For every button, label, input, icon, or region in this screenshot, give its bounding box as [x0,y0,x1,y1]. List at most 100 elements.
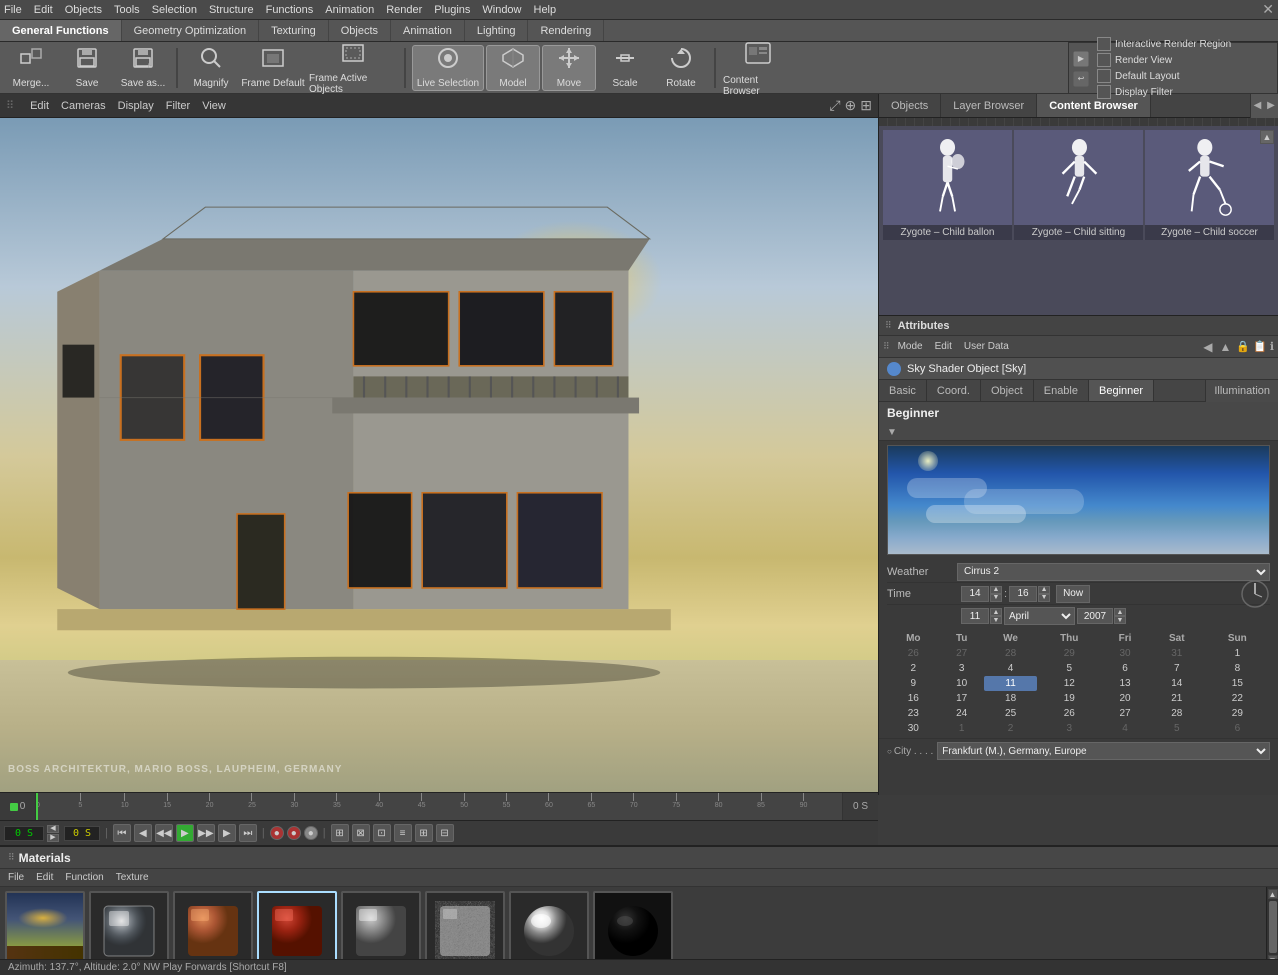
cal-cell-25[interactable]: 25 [984,706,1038,721]
min-dn[interactable]: ▼ [1038,594,1050,602]
hour-dn[interactable]: ▼ [990,594,1002,602]
menu-tools[interactable]: Tools [114,4,140,16]
transport-extra6[interactable]: ⊟ [436,824,454,842]
attr-arrow-left[interactable]: ◀ [1203,340,1212,354]
transport-extra2[interactable]: ⊠ [352,824,370,842]
transport-extra1[interactable]: ⊞ [331,824,349,842]
min-up[interactable]: ▲ [1038,586,1050,594]
record2-btn[interactable]: ● [287,826,301,840]
prev-frame-btn[interactable]: ◀ [134,824,152,842]
record3-btn[interactable]: ● [304,826,318,840]
cal-cell-16[interactable]: 16 [887,691,940,706]
frame-default-button[interactable]: Frame Default [240,45,306,91]
menu-render[interactable]: Render [386,4,422,16]
play-reverse-btn[interactable]: ◀◀ [155,824,173,842]
cal-cell-17[interactable]: 17 [940,691,984,706]
cal-cell-1[interactable]: 1 [940,721,984,736]
model-button[interactable]: Model [486,45,540,91]
cal-cell-15[interactable]: 15 [1205,676,1270,691]
attr-tab-basic[interactable]: Basic [879,380,927,401]
cal-cell-21[interactable]: 21 [1149,691,1205,706]
cal-cell-10[interactable]: 10 [940,676,984,691]
year-dn[interactable]: ▼ [1114,616,1126,624]
cal-cell-30[interactable]: 30 [1101,646,1149,661]
menu-selection[interactable]: Selection [152,4,197,16]
materials-menu-edit[interactable]: Edit [36,872,53,883]
attr-tab-coord[interactable]: Coord. [927,380,981,401]
time-hour-input[interactable] [961,586,989,602]
cal-cell-4[interactable]: 4 [1101,721,1149,736]
materials-menu-texture[interactable]: Texture [116,872,149,883]
frame-step-back[interactable]: ◀ [47,825,59,833]
move-viewport-icon[interactable]: ⤢ [829,97,840,114]
tab-rendering[interactable]: Rendering [528,20,604,41]
transport-extra4[interactable]: ≡ [394,824,412,842]
time-min-input[interactable] [1009,586,1037,602]
viewport-menu-cameras[interactable]: Cameras [61,100,106,112]
city-select[interactable]: Frankfurt (M.), Germany, Europe [937,742,1270,760]
cal-cell-27[interactable]: 27 [940,646,984,661]
cal-cell-18[interactable]: 18 [984,691,1038,706]
magnify-button[interactable]: Magnify [184,45,238,91]
cal-cell-5[interactable]: 5 [1149,721,1205,736]
tab-general-functions[interactable]: General Functions [0,20,122,41]
cal-cell-7[interactable]: 7 [1149,661,1205,676]
display-filter-button[interactable]: Display Filter [1097,85,1273,99]
day-up[interactable]: ▲ [990,608,1002,616]
rotate-button[interactable]: Rotate [654,45,708,91]
tab-objects[interactable]: Objects [329,20,391,41]
attr-tab-object[interactable]: Object [981,380,1034,401]
record-btn[interactable]: ● [270,826,284,840]
live-selection-button[interactable]: Live Selection [412,45,484,91]
cal-cell-20[interactable]: 20 [1101,691,1149,706]
cal-cell-19[interactable]: 19 [1037,691,1101,706]
play-btn[interactable]: ▶ [176,824,194,842]
tab-texturing[interactable]: Texturing [259,20,329,41]
cal-cell-23[interactable]: 23 [887,706,940,721]
go-to-end-btn[interactable]: ⏭ [239,824,257,842]
cal-cell-13[interactable]: 13 [1101,676,1149,691]
viewport-menu-view[interactable]: View [202,100,226,112]
frame-active-button[interactable]: Frame Active Objects [308,45,398,91]
merge-button[interactable]: Merge... [4,45,58,91]
attr-edit-btn[interactable]: Edit [931,340,956,353]
close-icon[interactable]: ✕ [1262,1,1274,18]
tab-animation[interactable]: Animation [391,20,465,41]
cal-cell-26[interactable]: 26 [1037,706,1101,721]
cal-cell-2[interactable]: 2 [984,721,1038,736]
attr-info-icon[interactable]: ℹ [1270,340,1274,353]
navigate-icon[interactable]: ⊕ [845,97,857,114]
viewport-menu-edit[interactable]: Edit [30,100,49,112]
attr-arrow-up[interactable]: ▲ [1220,340,1232,354]
interactive-render-button[interactable]: Interactive Render Region [1097,37,1273,51]
play-forward-btn[interactable]: ▶▶ [197,824,215,842]
timeline-ruler[interactable]: 051015202530354045505560657075808590 [36,793,842,820]
cal-cell-22[interactable]: 22 [1205,691,1270,706]
materials-scrollbar[interactable]: ▲ ▼ [1266,887,1278,967]
menu-edit[interactable]: Edit [34,4,53,16]
attr-lock-icon[interactable]: 🔒 [1236,340,1250,353]
materials-menu-file[interactable]: File [8,872,24,883]
cal-cell-11[interactable]: 11 [984,676,1038,691]
content-scroll-up[interactable]: ▲ [1260,130,1274,144]
attr-tab-enable[interactable]: Enable [1034,380,1089,401]
viewport-menu-display[interactable]: Display [118,100,154,112]
attr-copy-icon[interactable]: 📋 [1253,340,1267,353]
tab-objects[interactable]: Objects [879,94,941,117]
save-button[interactable]: Save [60,45,114,91]
default-layout-button[interactable]: Default Layout [1097,69,1273,83]
attr-mode-btn[interactable]: Mode [894,340,927,353]
move-button[interactable]: Move [542,45,596,91]
cal-cell-8[interactable]: 8 [1205,661,1270,676]
month-select[interactable]: April JanuaryFebruaryMarch MayJuneJuly A… [1004,607,1075,625]
render-view-button[interactable]: Render View [1097,53,1273,67]
transport-extra5[interactable]: ⊞ [415,824,433,842]
now-button[interactable]: Now [1056,585,1090,603]
go-to-start-btn[interactable]: ⏮ [113,824,131,842]
cal-cell-5[interactable]: 5 [1037,661,1101,676]
beginner-collapse-arrow[interactable]: ▼ [879,424,1278,441]
cal-cell-12[interactable]: 12 [1037,676,1101,691]
date-day-input[interactable] [961,608,989,624]
attr-illumination-tab[interactable]: Illumination [1205,380,1278,402]
timeline-playhead[interactable] [36,793,38,820]
